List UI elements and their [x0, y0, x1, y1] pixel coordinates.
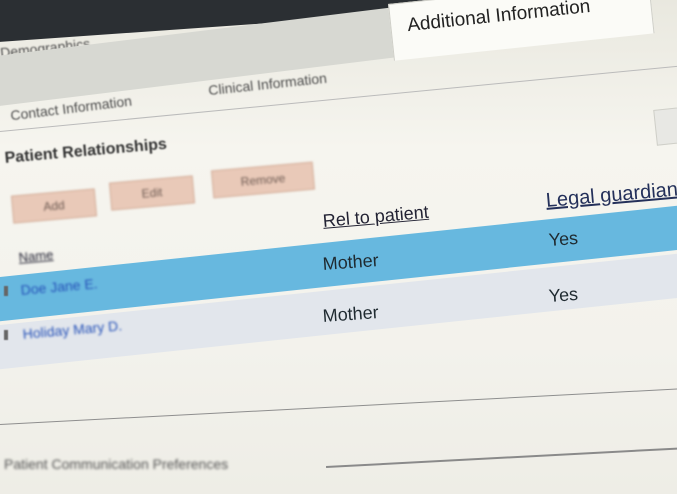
tab-additional-information-label: Additional Information [406, 0, 592, 37]
add-button[interactable]: Add [10, 188, 98, 224]
column-header-rel-to-patient[interactable]: Rel to patient [322, 202, 430, 232]
patient-record-window: Demographics Contact Information Clinica… [0, 0, 677, 494]
remove-button[interactable]: Remove [210, 161, 316, 199]
row-indicator [4, 286, 8, 296]
row-legal-guardian: Yes [548, 227, 579, 250]
row-rel-to-patient: Mother [322, 250, 380, 274]
column-header-name[interactable]: Name [18, 247, 54, 265]
row-rel-to-patient: Mother [322, 302, 380, 326]
tab-additional-information[interactable]: Additional Information [388, 0, 655, 61]
toolbar-box[interactable] [653, 106, 677, 146]
table-bottom-border [0, 388, 677, 425]
edit-button[interactable]: Edit [108, 175, 196, 211]
comm-prefs-line [326, 447, 677, 468]
section-title: Patient Relationships [4, 135, 168, 167]
communication-preferences-label: Patient Communication Preferences [4, 456, 229, 472]
row-indicator [4, 330, 8, 340]
row-legal-guardian: Yes [548, 283, 579, 306]
